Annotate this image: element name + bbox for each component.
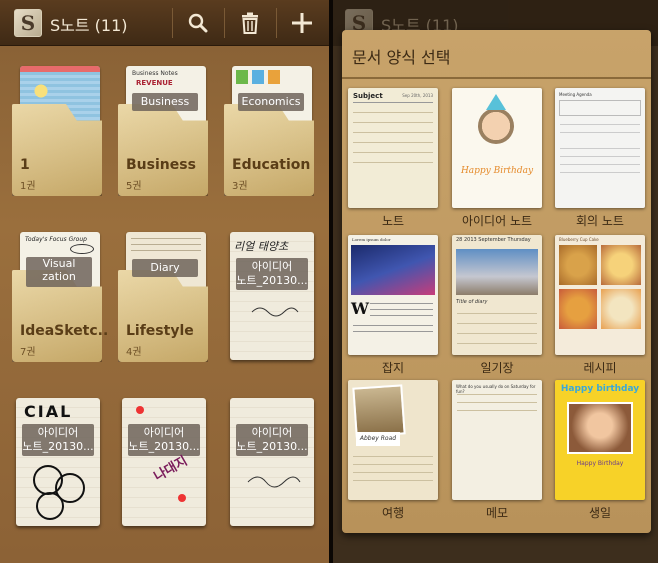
notebook-count: 4권: [126, 347, 142, 358]
template-label: 잡지: [381, 361, 405, 375]
memo-label: 아이디어 노트_20130...: [22, 424, 94, 456]
notebook-label: Visual zation: [26, 257, 92, 287]
search-icon: [188, 13, 208, 33]
memo-scribble: CIAL: [24, 402, 73, 421]
template-travel[interactable]: Abbey Road: [348, 380, 438, 500]
template-dialog: 문서 양식 선택 Subject Sep 20th, 2013 노트 Happy…: [342, 30, 651, 533]
memo-note[interactable]: CIAL 아이디어 노트_20130...: [16, 398, 100, 526]
notebook-name: Education: [232, 157, 311, 173]
template-recipe[interactable]: Blueberry Cup Cake: [555, 235, 645, 355]
memo-sketch: [247, 476, 301, 488]
template-label: 생일: [588, 506, 612, 520]
paper-title: Business Notes: [132, 70, 178, 77]
notebook-education[interactable]: Economics Education 3권: [224, 66, 314, 196]
label-line: Visual: [42, 257, 76, 270]
template-note[interactable]: Subject Sep 20th, 2013: [348, 88, 438, 208]
notebook-label: Economics: [238, 93, 304, 111]
trash-icon: [242, 12, 258, 34]
preview-title: Abbey Road: [356, 432, 400, 446]
label-line: 아이디어: [37, 426, 79, 439]
paper-title: Today's Focus Group: [25, 236, 87, 243]
label-line: 노트_20130...: [22, 440, 94, 453]
template-label: 메모: [485, 506, 509, 520]
memo-note[interactable]: 아이디어 노트_20130... 나대지: [122, 398, 206, 526]
template-label: 아이디어 노트: [461, 214, 533, 228]
preview-title: 28 2013 September Thursday: [456, 237, 531, 243]
dialog-title: 문서 양식 선택: [352, 48, 451, 67]
notebook-business[interactable]: Business Notes REVENUE Business Business…: [118, 66, 208, 196]
template-label: 일기장: [480, 361, 514, 375]
label-line: 노트_20130...: [236, 274, 308, 287]
notebook-count: 3권: [232, 181, 248, 192]
paper-subtitle: REVENUE: [136, 79, 173, 87]
label-line: 노트_20130...: [236, 440, 308, 453]
preview-title: Blueberry Cup Cake: [559, 237, 599, 242]
action-divider: [172, 8, 173, 38]
label-line: zation: [42, 270, 76, 283]
action-bar: S S노트 (11): [0, 0, 329, 46]
notebook-1[interactable]: 1 1권: [12, 66, 102, 196]
dialog-separator: [342, 77, 651, 79]
template-diary[interactable]: 28 2013 September Thursday Title of diar…: [452, 235, 542, 355]
memo-sketch: [33, 465, 85, 520]
template-memo[interactable]: What do you usually do on Saturday for f…: [452, 380, 542, 500]
add-icon: [292, 13, 312, 33]
memo-sketch: [251, 307, 299, 317]
memo-label: 아이디어 노트_20130...: [128, 424, 200, 456]
notebook-lifestyle[interactable]: Diary Lifestyle 4권: [118, 232, 208, 362]
template-birthday[interactable]: Happy birthday Happy Birthday: [555, 380, 645, 500]
notebook-ideasketch[interactable]: Today's Focus Group Visual zation IdeaSk…: [12, 232, 108, 362]
app-title: S노트 (11): [50, 16, 128, 35]
template-magazine[interactable]: Lorem ipsum dolor W: [348, 235, 438, 355]
memo-note[interactable]: 아이디어 노트_20130...: [230, 398, 314, 526]
preview-title: Lorem ipsum dolor: [352, 237, 391, 242]
s-note-logo: S: [14, 9, 42, 37]
notebook-count: 1권: [20, 181, 36, 192]
template-label: 회의 노트: [576, 214, 624, 228]
memo-scribble: 리얼 태양초: [234, 240, 289, 253]
template-label: 여행: [381, 506, 405, 520]
notebook-name: Lifestyle: [126, 323, 194, 339]
add-button[interactable]: [284, 8, 320, 38]
preview-title: Happy birthday: [560, 384, 640, 394]
template-label: 레시피: [583, 361, 617, 375]
notebook-name: Business: [126, 157, 196, 173]
preview-title: Happy Birthday: [460, 166, 534, 176]
action-divider: [276, 8, 277, 38]
notebook-name: IdeaSketc..: [20, 323, 109, 339]
memo-note[interactable]: 리얼 태양초 아이디어 노트_20130...: [230, 232, 314, 360]
template-picker-screen: S S노트 (11) 문서 양식 선택 Subject Sep 20th, 20…: [333, 0, 658, 563]
label-line: 아이디어: [251, 426, 293, 439]
memo-label: 아이디어 노트_20130...: [236, 424, 308, 456]
label-line: 아이디어: [143, 426, 185, 439]
notebook-count: 7권: [20, 347, 36, 358]
label-line: 아이디어: [251, 260, 293, 273]
template-label: 노트: [381, 214, 405, 228]
notebook-library-screen: S S노트 (11) 1 1권 Business Notes REVENUE B…: [0, 0, 329, 563]
preview-title: What do you usually do on Saturday for f…: [456, 384, 536, 394]
notebook-label: Business: [132, 93, 198, 111]
notebook-name: 1: [20, 157, 30, 173]
delete-button[interactable]: [232, 8, 268, 38]
template-meeting[interactable]: Meeting Agenda: [555, 88, 645, 208]
notebook-count: 5권: [126, 181, 142, 192]
template-idea-note[interactable]: Happy Birthday: [452, 88, 542, 208]
preview-subtitle: Title of diary: [456, 299, 488, 305]
preview-title: Meeting Agenda: [559, 92, 592, 97]
memo-label: 아이디어 노트_20130...: [236, 258, 308, 290]
label-line: 노트_20130...: [128, 440, 200, 453]
notebook-label: Diary: [132, 259, 198, 277]
preview-date: Sep 20th, 2013: [402, 93, 433, 98]
search-button[interactable]: [180, 8, 216, 38]
action-divider: [224, 8, 225, 38]
preview-title: Subject: [353, 92, 383, 100]
